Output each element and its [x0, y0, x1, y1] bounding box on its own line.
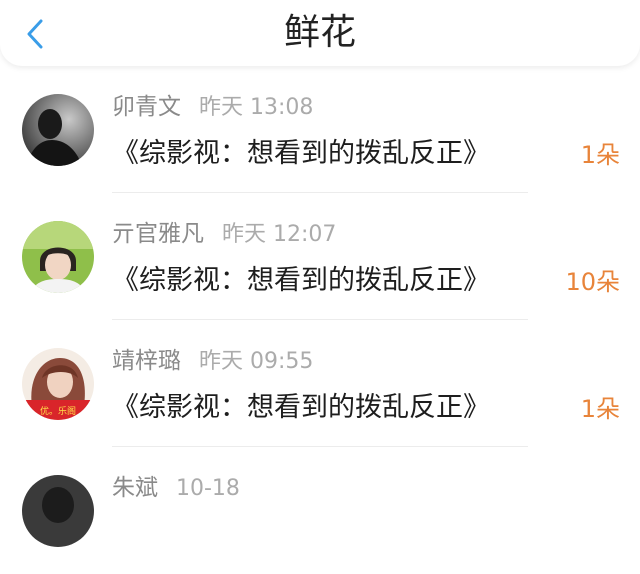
avatar[interactable]: [22, 94, 94, 166]
list-item[interactable]: 亓官雅凡 昨天 12:07 《综影视：想看到的拨乱反正》 10朵: [0, 193, 640, 320]
top-bar: 鲜花: [0, 0, 640, 66]
send-time: 昨天 12:07: [222, 222, 337, 247]
sender-name: 朱斌: [112, 475, 158, 501]
list-item[interactable]: 优。乐阁 靖梓璐 昨天 09:55 《综影视：想看到的拨乱反正》 1朵: [0, 320, 640, 447]
flower-count: 1朵: [580, 141, 620, 169]
sender-name: 靖梓璐: [112, 348, 181, 374]
work-title[interactable]: 《综影视：想看到的拨乱反正》: [112, 136, 490, 172]
list-item[interactable]: 卯青文 昨天 13:08 《综影视：想看到的拨乱反正》 1朵: [0, 66, 640, 193]
sender-name: 亓官雅凡: [112, 221, 204, 247]
svg-text:优。乐阁: 优。乐阁: [40, 405, 76, 417]
flower-count: 1朵: [580, 395, 620, 423]
work-title[interactable]: 《综影视：想看到的拨乱反正》: [112, 390, 490, 426]
sender-row: 靖梓璐 昨天 09:55: [112, 346, 313, 377]
send-time: 昨天 09:55: [199, 349, 314, 374]
sender-row: 亓官雅凡 昨天 12:07: [112, 219, 336, 250]
avatar[interactable]: [22, 221, 94, 293]
page-title: 鲜花: [283, 12, 356, 53]
sender-row: 卯青文 昨天 13:08: [112, 92, 313, 123]
avatar[interactable]: 优。乐阁: [22, 348, 94, 420]
flower-list: 卯青文 昨天 13:08 《综影视：想看到的拨乱反正》 1朵 亓官雅凡 昨天 12:…: [0, 66, 640, 574]
send-time: 昨天 13:08: [199, 95, 314, 120]
sender-name: 卯青文: [112, 94, 181, 120]
flower-count: 10朵: [565, 268, 620, 296]
list-item[interactable]: 朱斌 10-18: [0, 447, 640, 574]
avatar[interactable]: [22, 475, 94, 547]
work-title[interactable]: 《综影视：想看到的拨乱反正》: [112, 263, 490, 299]
